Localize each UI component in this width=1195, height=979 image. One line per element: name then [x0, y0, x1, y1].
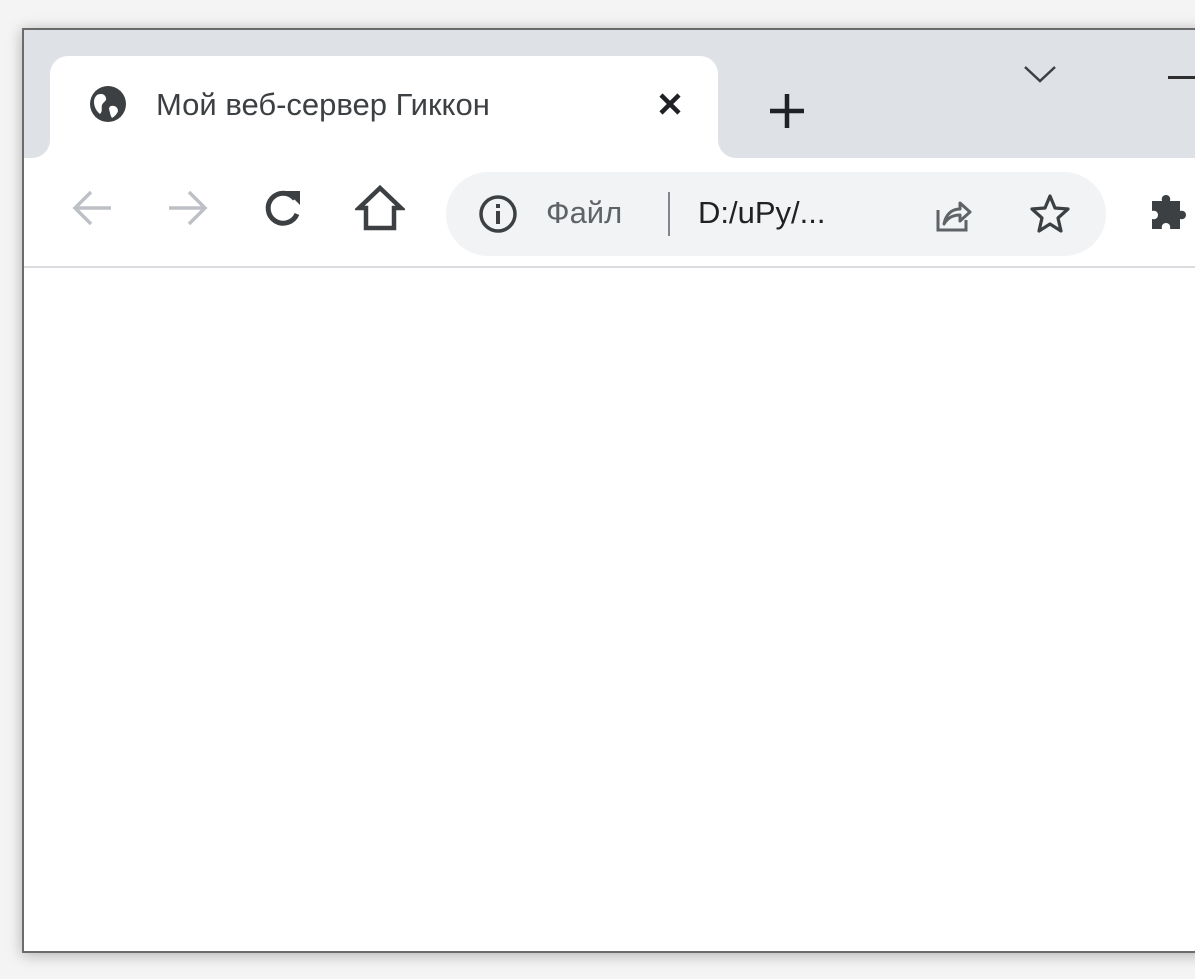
home-button[interactable]	[350, 180, 410, 240]
tab-search-button[interactable]	[1018, 56, 1062, 96]
browser-window: Мой веб-сервер Гиккон Файл D:/uPy/...	[22, 28, 1195, 953]
back-button[interactable]	[62, 180, 122, 240]
info-icon[interactable]	[476, 192, 520, 236]
tab-active[interactable]: Мой веб-сервер Гиккон	[50, 56, 718, 158]
extensions-button[interactable]	[1144, 182, 1195, 242]
forward-button[interactable]	[158, 180, 218, 240]
url-text[interactable]: D:/uPy/...	[698, 194, 825, 232]
address-bar[interactable]: Файл D:/uPy/...	[446, 172, 1106, 256]
globe-icon	[88, 84, 128, 124]
star-icon[interactable]	[1026, 190, 1074, 238]
tab-strip: Мой веб-сервер Гиккон	[24, 30, 1195, 158]
page-content[interactable]	[24, 268, 1195, 951]
url-scheme-label: Файл	[546, 195, 623, 230]
arrow-right-icon	[165, 188, 211, 233]
minimize-icon	[1168, 76, 1195, 79]
arrow-left-icon	[69, 188, 115, 233]
close-icon[interactable]	[648, 82, 692, 126]
url-divider	[668, 192, 670, 236]
puzzle-icon	[1144, 185, 1194, 240]
share-icon[interactable]	[930, 192, 976, 238]
reload-icon	[262, 186, 306, 235]
toolbar: Файл D:/uPy/...	[24, 158, 1195, 268]
minimize-button[interactable]	[1152, 56, 1195, 96]
plus-icon	[767, 91, 807, 136]
chevron-down-icon	[1023, 64, 1057, 89]
tab-title: Мой веб-сервер Гиккон	[156, 87, 490, 122]
reload-button[interactable]	[254, 180, 314, 240]
home-icon	[353, 184, 407, 237]
new-tab-button[interactable]	[760, 86, 814, 140]
